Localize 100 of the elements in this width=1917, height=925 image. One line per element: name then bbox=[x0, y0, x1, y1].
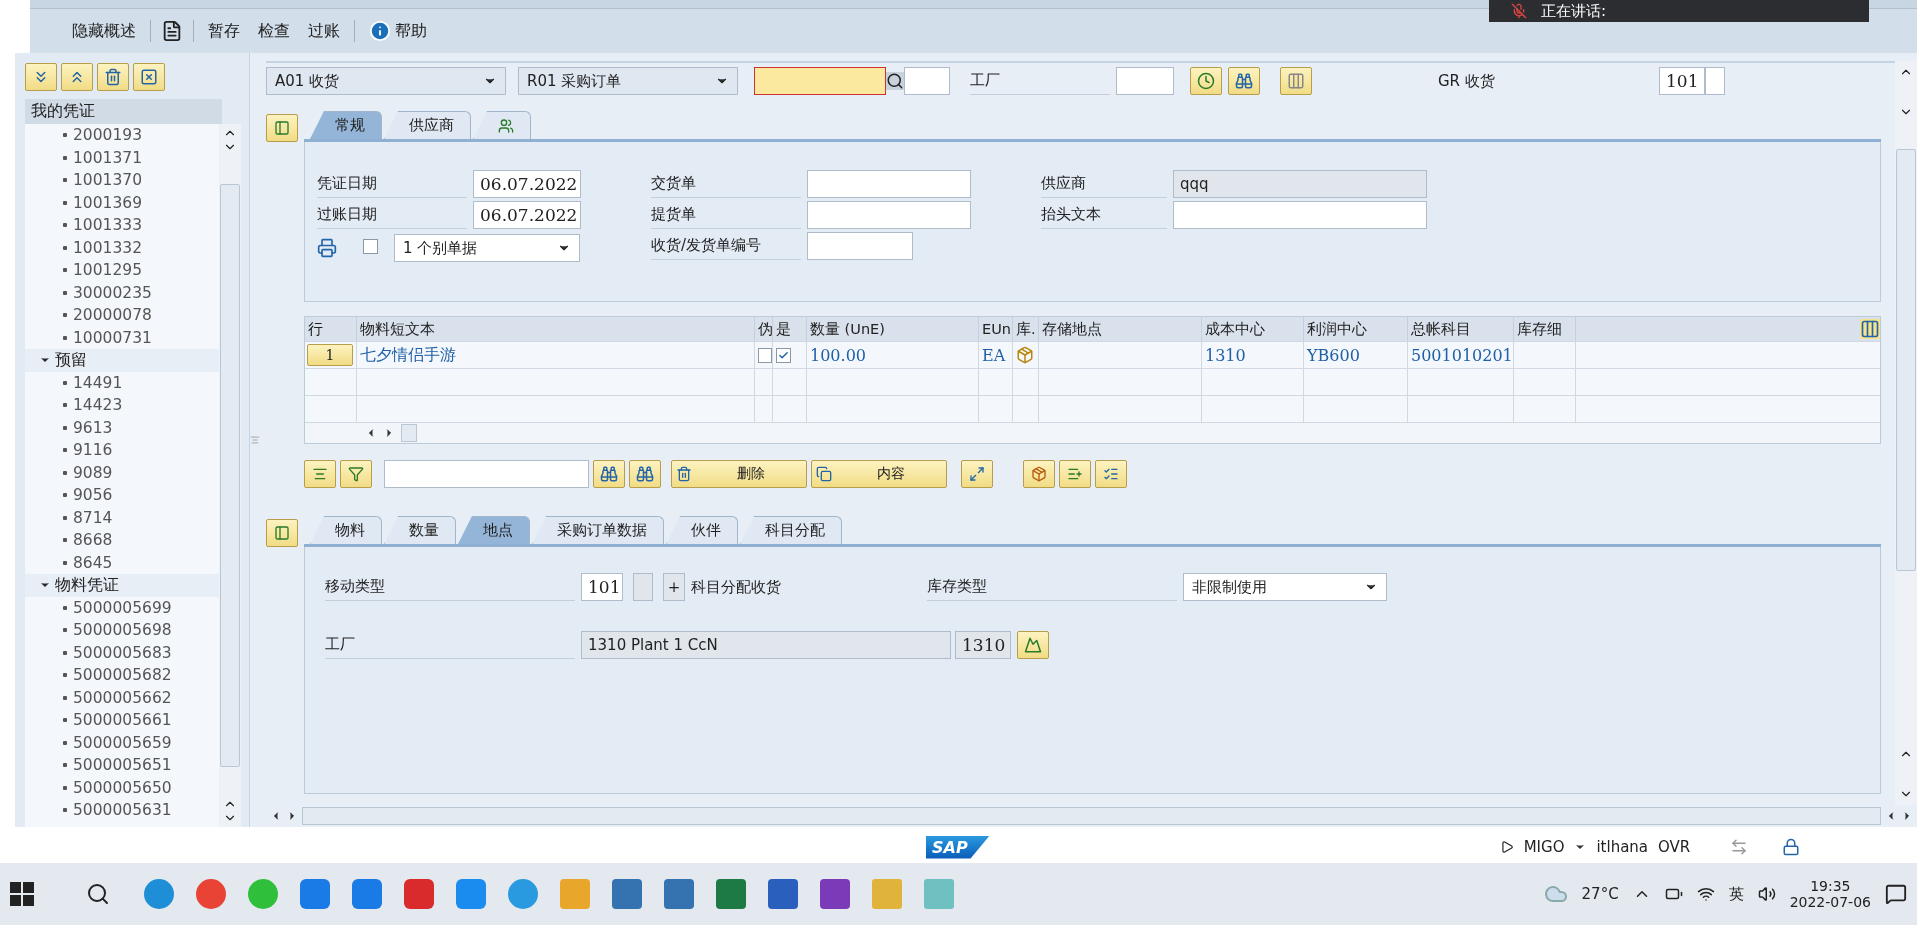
delete-button[interactable]: 删除 bbox=[671, 460, 807, 488]
find-next-button[interactable] bbox=[629, 460, 661, 488]
help-button[interactable]: 帮助 bbox=[365, 16, 431, 46]
scrollbar[interactable] bbox=[219, 124, 241, 827]
tree-item[interactable]: 5000005698 bbox=[25, 619, 219, 642]
scroll-thumb[interactable] bbox=[1896, 149, 1916, 571]
column-header[interactable]: 伪 bbox=[755, 317, 773, 341]
tree-item[interactable]: 9613 bbox=[25, 416, 219, 439]
checkbox[interactable] bbox=[363, 239, 378, 254]
tree-item[interactable]: 1001295 bbox=[25, 259, 219, 282]
toggle-panel-button[interactable] bbox=[266, 114, 298, 142]
tree-item[interactable]: 5000005662 bbox=[25, 686, 219, 709]
action-dropdown[interactable]: A01 收货 bbox=[266, 67, 506, 95]
scroll-thumb[interactable] bbox=[220, 184, 240, 767]
search-field[interactable] bbox=[384, 460, 589, 488]
app-icon[interactable] bbox=[508, 879, 538, 909]
transaction-code[interactable]: MIGO bbox=[1523, 838, 1565, 856]
input-field[interactable] bbox=[807, 201, 971, 229]
contents-button[interactable]: 内容 bbox=[811, 460, 947, 488]
input-field[interactable] bbox=[904, 67, 950, 95]
expand-button[interactable] bbox=[961, 460, 993, 488]
column-header[interactable]: 总帐科目 bbox=[1408, 317, 1514, 341]
windows-logo-icon[interactable] bbox=[10, 882, 34, 906]
tab[interactable]: 科目分配 bbox=[740, 516, 842, 544]
tree-item[interactable]: 20000078 bbox=[25, 304, 219, 327]
delete-button[interactable] bbox=[97, 63, 129, 91]
arrows-icon[interactable] bbox=[1730, 838, 1749, 856]
clock-check-button[interactable] bbox=[1190, 67, 1222, 95]
app-icon[interactable] bbox=[196, 879, 226, 909]
input-field[interactable] bbox=[807, 170, 971, 198]
column-header[interactable]: 存储地点 bbox=[1039, 317, 1202, 341]
app-icon[interactable] bbox=[144, 879, 174, 909]
play-icon[interactable] bbox=[1499, 840, 1514, 854]
column-header[interactable]: 库. bbox=[1013, 317, 1039, 341]
tree-item[interactable]: 5000005651 bbox=[25, 754, 219, 777]
column-header[interactable]: 物料短文本 bbox=[357, 317, 755, 341]
align-button[interactable] bbox=[304, 460, 336, 488]
column-header[interactable]: EUn bbox=[979, 317, 1013, 341]
tree-item[interactable]: 8714 bbox=[25, 506, 219, 529]
tree-item[interactable]: 14491 bbox=[25, 371, 219, 394]
tree-item[interactable]: 10000731 bbox=[25, 326, 219, 349]
tree-item[interactable]: 1001370 bbox=[25, 169, 219, 192]
temperature[interactable]: 27°C bbox=[1581, 885, 1619, 903]
checkbox[interactable] bbox=[776, 347, 791, 363]
app-icon[interactable] bbox=[300, 879, 330, 909]
tree-item[interactable]: 9089 bbox=[25, 461, 219, 484]
filter-button[interactable] bbox=[340, 460, 372, 488]
tree-item[interactable]: 5000005661 bbox=[25, 709, 219, 732]
binoculars-button[interactable] bbox=[1228, 67, 1260, 95]
movement-type-field[interactable]: 101 bbox=[1659, 67, 1705, 95]
tree-item[interactable]: 5000005699 bbox=[25, 596, 219, 619]
tab[interactable]: 采购订单数据 bbox=[532, 516, 664, 544]
input-method[interactable]: 英 bbox=[1728, 884, 1744, 904]
scroll-thumb[interactable] bbox=[302, 807, 1881, 825]
tree-item[interactable]: 2000193 bbox=[25, 124, 219, 147]
search-icon[interactable] bbox=[86, 882, 110, 906]
clock[interactable]: 19:35 2022-07-06 bbox=[1789, 878, 1871, 910]
tab[interactable]: 物料 bbox=[310, 516, 382, 544]
column-header[interactable]: 库存细 bbox=[1514, 317, 1576, 341]
tree-item[interactable]: 1001332 bbox=[25, 236, 219, 259]
document-number-field[interactable] bbox=[754, 67, 886, 95]
add-line-button[interactable] bbox=[1059, 460, 1091, 488]
tab[interactable]: 地点 bbox=[458, 516, 530, 544]
column-header[interactable]: 数量 (UnE) bbox=[807, 317, 979, 341]
input-field[interactable] bbox=[633, 573, 653, 601]
tree-item[interactable]: 8645 bbox=[25, 551, 219, 574]
app-icon[interactable] bbox=[352, 879, 382, 909]
collapse-all-button[interactable] bbox=[61, 63, 93, 91]
tree-node[interactable]: 预留 bbox=[25, 349, 219, 372]
tree-node[interactable]: 物料凭证 bbox=[25, 574, 219, 597]
tree-item[interactable]: 5000005682 bbox=[25, 664, 219, 687]
lock-icon[interactable] bbox=[1782, 838, 1801, 856]
notification-icon[interactable] bbox=[1885, 883, 1907, 905]
app-icon[interactable] bbox=[404, 879, 434, 909]
tree-item[interactable]: 5000005631 bbox=[25, 799, 219, 822]
tree-item[interactable]: 9056 bbox=[25, 484, 219, 507]
tree-item[interactable]: 9116 bbox=[25, 439, 219, 462]
box-button[interactable] bbox=[1023, 460, 1055, 488]
print-option-dropdown[interactable]: 1 个别单据 bbox=[394, 234, 580, 262]
column-header[interactable]: 行 bbox=[305, 317, 357, 341]
toggle-panel-button[interactable] bbox=[266, 519, 298, 547]
plant-button[interactable] bbox=[1017, 631, 1049, 659]
binoculars-button[interactable] bbox=[593, 460, 625, 488]
tree-item[interactable]: 8668 bbox=[25, 529, 219, 552]
toolbar-button[interactable]: 暂存 bbox=[204, 16, 244, 46]
checkbox[interactable] bbox=[758, 347, 772, 363]
row-selector-button[interactable]: 1 bbox=[307, 344, 353, 366]
tree-item[interactable]: 5000005650 bbox=[25, 776, 219, 799]
toolbar-button[interactable]: 检查 bbox=[254, 16, 294, 46]
reference-dropdown[interactable]: R01 采购订单 bbox=[518, 67, 738, 95]
date-field[interactable]: 06.07.2022 bbox=[473, 170, 581, 198]
plus-button[interactable]: + bbox=[663, 573, 685, 601]
expand-all-button[interactable] bbox=[25, 63, 57, 91]
tree-item[interactable]: 5000005683 bbox=[25, 641, 219, 664]
toolbar-button[interactable]: 隐藏概述 bbox=[68, 16, 140, 46]
movement-type-field[interactable]: 101 bbox=[581, 573, 623, 601]
list-button[interactable] bbox=[1095, 460, 1127, 488]
scroll-thumb[interactable] bbox=[401, 424, 417, 442]
tab[interactable]: 数量 bbox=[384, 516, 456, 544]
tree-item[interactable]: 1001369 bbox=[25, 191, 219, 214]
